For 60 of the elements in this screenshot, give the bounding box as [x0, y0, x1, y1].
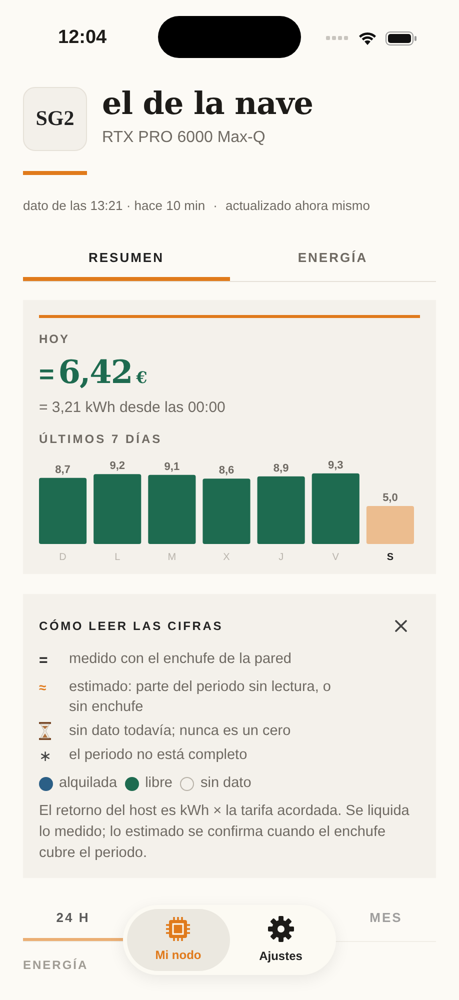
- chart-title: ÚLTIMOS 7 DÍAS: [39, 431, 164, 448]
- battery-icon: [385, 30, 417, 46]
- section-label: ENERGÍA: [23, 956, 88, 974]
- chip-icon: [165, 916, 192, 942]
- bar: [148, 474, 196, 544]
- legend-text: medido con el enchufe de la pared: [69, 650, 292, 669]
- bar-value: 9,3: [328, 459, 344, 472]
- period-tab[interactable]: 24 H: [23, 898, 123, 941]
- bar: [202, 478, 250, 544]
- bar-value: 8,6: [218, 464, 234, 477]
- day-label: L: [114, 552, 120, 563]
- status-time: 12:04: [58, 26, 107, 50]
- legend-text: sin dato todavía; nunca es un cero: [69, 722, 292, 740]
- asterisk-sign: ∗: [39, 746, 52, 766]
- bar-value: 5,0: [382, 492, 398, 504]
- hourglass-icon: [39, 722, 51, 740]
- node-title: el de la nave: [102, 85, 313, 124]
- day-label: D: [59, 552, 66, 563]
- update-info: dato de las 13:21 · hace 10 min: [23, 197, 206, 215]
- tab[interactable]: ENERGÍA: [230, 240, 436, 280]
- bar-value: 8,9: [273, 462, 289, 474]
- legend-text: el periodo no está completo: [69, 746, 248, 764]
- bar-value: 9,1: [164, 460, 180, 473]
- section-label: HOY: [39, 330, 71, 348]
- bar: [39, 478, 87, 544]
- approx-sign: ≈: [39, 678, 46, 696]
- energy-detail: = 3,21 kWh desde las 00:00: [39, 398, 226, 418]
- accent-bar: [23, 171, 87, 175]
- update-info: actualizado ahora mismo: [225, 197, 370, 215]
- day-label: J: [278, 552, 284, 563]
- earnings-amount: 6,42: [58, 354, 132, 390]
- status-label: alquilada: [59, 774, 118, 793]
- separator-dot: ·: [213, 197, 218, 215]
- day-label: X: [223, 552, 230, 563]
- bar-value: 8,7: [55, 464, 70, 476]
- gpu-model: RTX PRO 6000 Max-Q: [102, 128, 266, 148]
- nav-item[interactable]: Ajustes: [230, 909, 332, 971]
- bar: [312, 473, 360, 544]
- nav-label: Mi nodo: [155, 947, 202, 964]
- tab[interactable]: RESUMEN: [23, 240, 230, 280]
- wifi-icon: [358, 31, 377, 45]
- legend-title: CÓMO LEER LAS CIFRAS: [39, 618, 224, 635]
- bar: [257, 476, 305, 544]
- measured-sign: =: [39, 358, 54, 390]
- bar: [366, 506, 414, 544]
- node-badge: SG2: [23, 87, 87, 151]
- settings-icon: [266, 915, 295, 943]
- nav-label: Ajustes: [259, 948, 302, 965]
- close-icon[interactable]: [395, 620, 407, 632]
- day-label: S: [386, 552, 394, 563]
- equals-sign: =: [39, 651, 48, 671]
- status-label: libre: [145, 774, 172, 793]
- currency-sign: €: [136, 366, 148, 388]
- signal-icon: [326, 35, 350, 41]
- status-label: sin dato: [200, 774, 252, 793]
- day-label: M: [168, 552, 176, 563]
- bar: [94, 474, 142, 544]
- day-label: V: [332, 552, 339, 563]
- legend-note: El retorno del host es kWh × la tarifa acordada. Se liquida lo medido; lo estimado se confirma cuando el enchufe cubre el periodo.: [39, 802, 410, 863]
- bar-value: 9,2: [110, 460, 125, 472]
